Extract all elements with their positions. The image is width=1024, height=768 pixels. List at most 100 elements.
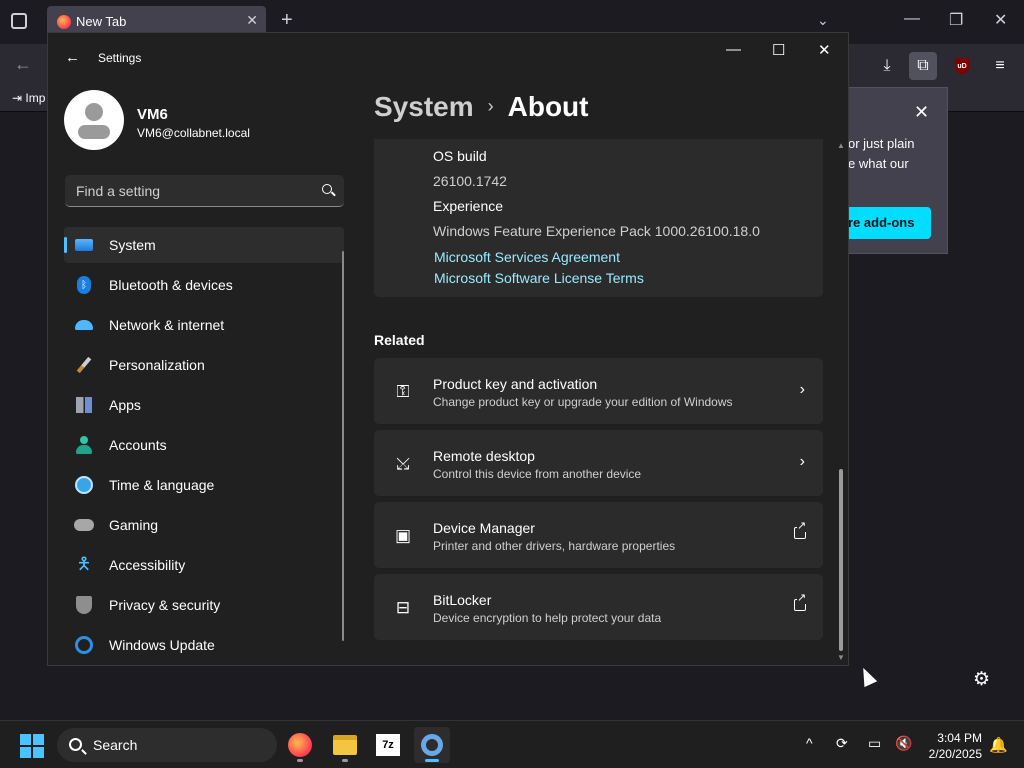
- firefox-close-button[interactable]: ✕: [994, 10, 1007, 30]
- panel-close-icon[interactable]: ✕: [914, 102, 929, 123]
- sidebar-item-system[interactable]: System: [64, 227, 344, 263]
- settings-window: ← Settings — ☐ ✕ VM6 VM6@collabnet.local…: [47, 32, 849, 666]
- bluetooth-icon: ᛒ: [74, 275, 94, 295]
- remote-desktop-card[interactable]: ⤩ Remote desktop Control this device fro…: [374, 430, 823, 496]
- find-setting-input[interactable]: Find a setting: [65, 175, 344, 207]
- scroll-up-arrow-icon[interactable]: ▲: [837, 141, 845, 150]
- remote-desktop-icon: ⤩: [396, 454, 410, 473]
- new-tab-button[interactable]: +: [281, 9, 293, 32]
- apps-icon: [74, 395, 94, 415]
- monitor-icon: [74, 235, 94, 255]
- firefox-minimize-button[interactable]: —: [904, 10, 920, 28]
- product-key-card[interactable]: ⚿ Product key and activation Change prod…: [374, 358, 823, 424]
- about-content: OS build 26100.1742 Experience Windows F…: [374, 139, 823, 659]
- sidebar-item-apps[interactable]: Apps: [64, 387, 344, 423]
- sync-icon[interactable]: ⟳: [836, 735, 848, 752]
- shield-icon: [74, 595, 94, 615]
- sidebar-item-label: Time & language: [109, 477, 215, 493]
- chevron-right-icon: ›: [487, 96, 494, 116]
- device-manager-card[interactable]: ▣ Device Manager Printer and other drive…: [374, 502, 823, 568]
- update-icon: [74, 635, 94, 655]
- notification-bell-icon[interactable]: 🔔: [989, 736, 1008, 754]
- windows-start-icon[interactable]: [20, 734, 44, 758]
- import-bookmarks-link[interactable]: ⇥ Imp: [12, 91, 45, 105]
- downloads-icon[interactable]: ⤓: [873, 52, 901, 80]
- clock-globe-icon: [74, 475, 94, 495]
- card-title: Product key and activation: [433, 376, 598, 392]
- bitlocker-card[interactable]: ⊟ BitLocker Device encryption to help pr…: [374, 574, 823, 640]
- tab-close-icon[interactable]: ✕: [246, 12, 258, 29]
- extensions-icon[interactable]: ⧉: [909, 52, 937, 80]
- taskbar-search-box[interactable]: Search: [57, 728, 277, 762]
- volume-muted-icon[interactable]: 🔇: [895, 735, 912, 752]
- firefox-back-icon[interactable]: ←: [14, 54, 32, 75]
- experience-label: Experience: [433, 198, 504, 214]
- customize-new-tab-gear-icon[interactable]: ⚙: [973, 668, 990, 691]
- chevron-up-icon[interactable]: ^: [806, 735, 813, 751]
- firefox-favicon-icon: [57, 15, 71, 29]
- sidebar-item-network[interactable]: Network & internet: [64, 307, 344, 343]
- network-icon[interactable]: ▭: [868, 735, 881, 752]
- sidebar-item-time-language[interactable]: Time & language: [64, 467, 344, 503]
- related-heading: Related: [374, 332, 425, 348]
- license-terms-link[interactable]: Microsoft Software License Terms: [434, 270, 644, 286]
- taskbar-7zip[interactable]: 7z: [370, 727, 406, 763]
- firefox-icon: [288, 733, 312, 757]
- taskbar-file-explorer[interactable]: [327, 727, 363, 763]
- settings-gear-icon: [421, 734, 443, 756]
- sidebar-item-label: Network & internet: [109, 317, 225, 333]
- ublock-origin-icon[interactable]: uD: [948, 52, 976, 80]
- list-all-tabs-icon[interactable]: ⌄: [817, 12, 829, 29]
- experience-value: Windows Feature Experience Pack 1000.261…: [433, 223, 760, 239]
- time: 3:04 PM: [937, 731, 982, 745]
- scroll-down-arrow-icon[interactable]: ▼: [837, 653, 845, 662]
- folder-icon: [333, 735, 357, 755]
- page-title: About: [507, 91, 589, 122]
- person-icon: [74, 435, 94, 455]
- external-link-icon: [794, 520, 807, 539]
- sidebar-item-accessibility[interactable]: 🯅 Accessibility: [64, 547, 344, 583]
- search-icon: [69, 738, 82, 751]
- sidebar-item-label: Apps: [109, 397, 141, 413]
- chevron-right-icon: ›: [799, 381, 805, 398]
- nav-scrollbar[interactable]: [342, 251, 344, 641]
- os-build-value: 26100.1742: [433, 173, 507, 189]
- sidebar-item-accounts[interactable]: Accounts: [64, 427, 344, 463]
- card-title: BitLocker: [433, 592, 492, 608]
- firefox-view-icon[interactable]: [11, 13, 27, 29]
- accessibility-icon: 🯅: [76, 553, 92, 573]
- taskbar-firefox[interactable]: [282, 727, 318, 763]
- clock[interactable]: 3:04 PM 2/20/2025: [928, 730, 982, 762]
- profile-email: VM6@collabnet.local: [137, 126, 250, 140]
- discover-addons-button[interactable]: re add-ons: [848, 207, 931, 239]
- sidebar-item-bluetooth[interactable]: ᛒ Bluetooth & devices: [64, 267, 344, 303]
- search-label: Search: [93, 737, 138, 753]
- services-agreement-link[interactable]: Microsoft Services Agreement: [434, 249, 620, 265]
- gamepad-icon: [74, 515, 94, 535]
- breadcrumb-parent[interactable]: System: [374, 91, 474, 122]
- taskbar-settings[interactable]: [414, 727, 450, 763]
- sidebar-item-gaming[interactable]: Gaming: [64, 507, 344, 543]
- sidebar-item-personalization[interactable]: Personalization: [64, 347, 344, 383]
- card-subtitle: Control this device from another device: [433, 467, 642, 481]
- minimize-button[interactable]: —: [726, 41, 741, 58]
- sidebar-item-label: Privacy & security: [109, 597, 221, 613]
- hamburger-menu-icon[interactable]: ≡: [986, 52, 1014, 80]
- sidebar-item-windows-update[interactable]: Windows Update: [64, 627, 344, 663]
- brush-icon: [74, 355, 94, 375]
- sidebar-item-label: Personalization: [109, 357, 205, 373]
- sidebar-item-label: Accounts: [109, 437, 167, 453]
- content-scrollbar-thumb[interactable]: [839, 469, 843, 651]
- maximize-button[interactable]: ☐: [772, 41, 785, 59]
- card-subtitle: Change product key or upgrade your editi…: [433, 395, 733, 409]
- device-manager-icon: ▣: [394, 526, 412, 545]
- sidebar-item-privacy[interactable]: Privacy & security: [64, 587, 344, 623]
- panel-text: or just plain e what our: [848, 136, 915, 171]
- back-arrow-icon[interactable]: ←: [65, 49, 80, 66]
- firefox-restore-button[interactable]: ❐: [949, 10, 963, 30]
- close-button[interactable]: ✕: [818, 41, 831, 59]
- search-placeholder: Find a setting: [76, 183, 161, 199]
- settings-nav: System ᛒ Bluetooth & devices Network & i…: [64, 227, 344, 665]
- windows-specs-card: OS build 26100.1742 Experience Windows F…: [374, 139, 823, 297]
- card-title: Device Manager: [433, 520, 535, 536]
